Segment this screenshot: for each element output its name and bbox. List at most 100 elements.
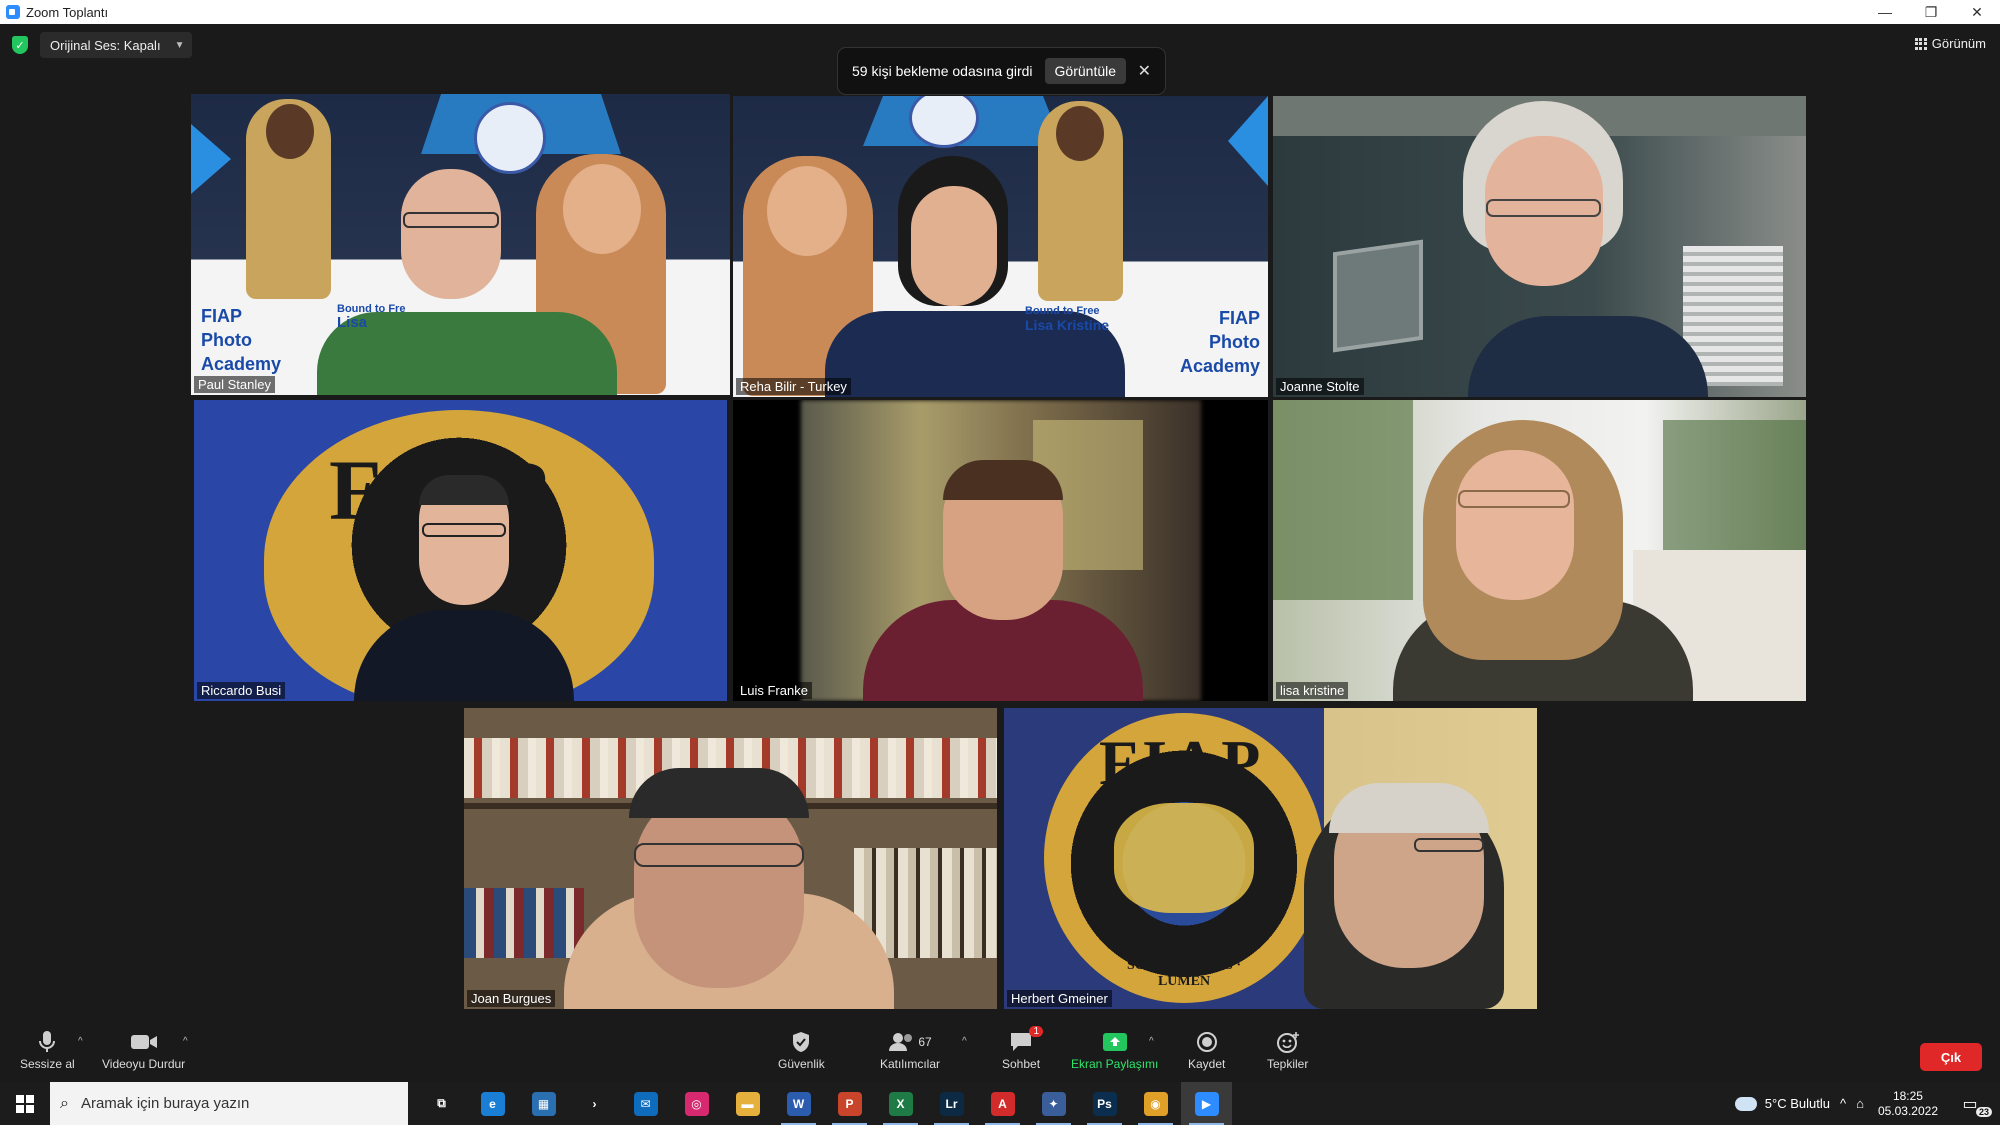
word-icon: W [786, 1091, 811, 1116]
video-tile-luis-franke[interactable]: Luis Franke [733, 400, 1268, 701]
participants-button[interactable]: 67 Katılımcılar [880, 1028, 940, 1071]
video-tile-joanne-stolte[interactable]: Joanne Stolte [1273, 96, 1806, 397]
acrobat-icon: A [990, 1091, 1015, 1116]
participant-name: Riccardo Busi [197, 682, 286, 699]
taskbar-app-store[interactable]: ▦ [518, 1082, 569, 1125]
window-titlebar: Zoom Toplantı — ❐ ✕ [0, 0, 2000, 24]
notification-center-button[interactable]: ▭ 23 [1960, 1089, 1992, 1119]
window-controls: — ❐ ✕ [1862, 0, 2000, 24]
video-options-caret[interactable]: ^ [183, 1036, 188, 1047]
taskbar-app-excel[interactable]: X [875, 1082, 926, 1125]
task-view-icon: ⧉ [429, 1091, 454, 1116]
share-options-caret[interactable]: ^ [1149, 1036, 1154, 1047]
reactions-button[interactable]: Tepkiler [1267, 1028, 1308, 1071]
record-icon [1196, 1028, 1218, 1056]
original-audio-button[interactable]: Orijinal Ses: Kapalı ▼ [40, 32, 193, 58]
windows-taskbar: ⌕ Aramak için buraya yazın ⧉ e ▦ › ✉ ◎ ▬ W P X Lr A… [0, 1082, 2000, 1125]
minimize-button[interactable]: — [1862, 0, 1908, 24]
smiley-icon [1276, 1028, 1300, 1056]
video-tile-riccardo-busi[interactable]: FIAP SC EN Riccardo Busi [194, 400, 727, 701]
taskbar-app-instagram[interactable]: ◎ [671, 1082, 722, 1125]
clock-time: 18:25 [1892, 1088, 1923, 1103]
video-tile-reha-bilir[interactable]: FIAP Photo Academy Bound to Free Lisa Kr… [733, 96, 1268, 397]
participants-icon: 67 [888, 1028, 932, 1056]
chat-badge: 1 [1029, 1026, 1044, 1037]
close-icon[interactable]: ✕ [1138, 61, 1151, 81]
record-button[interactable]: Kaydet [1188, 1028, 1225, 1071]
microphone-icon [38, 1028, 56, 1056]
taskbar-app-word[interactable]: W [773, 1082, 824, 1125]
waiting-room-text: 59 kişi bekleme odasına girdi [852, 63, 1033, 79]
taskbar-app-lightroom[interactable]: Lr [926, 1082, 977, 1125]
video-tile-joan-burgues[interactable]: Joan Burgues [464, 708, 997, 1009]
taskbar-app-task-view[interactable]: ⧉ [416, 1082, 467, 1125]
grid-icon [1914, 37, 1927, 50]
view-button[interactable]: Görünüm [1914, 36, 1986, 51]
taskbar-search-box[interactable]: ⌕ Aramak için buraya yazın [50, 1082, 408, 1125]
taskbar-app-app-bird[interactable]: ✦ [1028, 1082, 1079, 1125]
taskbar-app-mail[interactable]: ✉ [620, 1082, 671, 1125]
waiting-room-banner: 59 kişi bekleme odasına girdi Görüntüle … [838, 48, 1165, 94]
taskbar-apps: ⧉ e ▦ › ✉ ◎ ▬ W P X Lr A ✦ Ps ◉ ▶ [416, 1082, 1232, 1125]
original-audio-label: Orijinal Ses: Kapalı [50, 37, 161, 53]
audio-status: ✓ Orijinal Ses: Kapalı ▼ [12, 32, 193, 58]
taskbar-app-zoom[interactable]: ▶ [1181, 1082, 1232, 1125]
security-shield-icon [791, 1028, 811, 1056]
zoom-app-icon [6, 5, 20, 19]
encryption-shield-icon[interactable]: ✓ [12, 36, 28, 54]
cloud-icon[interactable] [1734, 1096, 1757, 1111]
taskbar-app-acrobat[interactable]: A [977, 1082, 1028, 1125]
mute-options-caret[interactable]: ^ [78, 1036, 83, 1047]
taskbar-app-edge[interactable]: e [467, 1082, 518, 1125]
taskbar-clock[interactable]: 18:25 05.03.2022 [1878, 1089, 1948, 1119]
share-screen-button[interactable]: Ekran Paylaşımı [1071, 1028, 1158, 1071]
fiap-partial-left: SC [286, 591, 343, 640]
mute-button[interactable]: Sessize al [20, 1028, 75, 1071]
video-tile-paul-stanley[interactable]: FIAP Photo Academy Bound to Fre Lisa Pau… [191, 94, 730, 395]
chat-button[interactable]: 1 Sohbet [1002, 1026, 1044, 1071]
fiap-logo-text: FIAP [1099, 727, 1265, 798]
poster-text-right: FIAP Photo Academy [1179, 308, 1260, 376]
video-camera-icon [130, 1028, 158, 1056]
fiap-motto: SCIENTIA · ARS · LUMEN [1127, 958, 1241, 989]
participants-options-caret[interactable]: ^ [962, 1036, 967, 1047]
windows-logo-icon [16, 1094, 34, 1113]
participant-name: Joan Burgues [467, 990, 556, 1007]
store-icon: ▦ [531, 1091, 556, 1116]
participants-count: 67 [918, 1035, 932, 1049]
chevron-down-icon[interactable]: ▼ [175, 40, 185, 51]
participant-name: Paul Stanley [194, 376, 275, 393]
participant-name: Reha Bilir - Turkey [736, 378, 851, 395]
weather-text[interactable]: 5°C Bulutlu [1765, 1096, 1830, 1111]
window-title: Zoom Toplantı [26, 4, 109, 20]
leave-meeting-button[interactable]: Çık [1920, 1043, 1982, 1071]
restore-button[interactable]: ❐ [1908, 0, 1954, 24]
chrome-icon: ◉ [1143, 1091, 1168, 1116]
clock-date: 05.03.2022 [1877, 1103, 1938, 1118]
taskbar-app-photoshop[interactable]: Ps [1079, 1082, 1130, 1125]
lightroom-icon: Lr [939, 1091, 964, 1116]
app-bird-icon: ✦ [1041, 1091, 1066, 1116]
video-tile-herbert-gmeiner[interactable]: SCIENTIA · ARS · LUMEN FIAP Herbert Gmei… [1004, 708, 1537, 1009]
video-tile-lisa-kristine[interactable]: lisa kristine [1273, 400, 1806, 701]
taskbar-app-arrow[interactable]: › [569, 1082, 620, 1125]
start-button[interactable] [0, 1082, 50, 1125]
view-waiting-room-button[interactable]: Görüntüle [1044, 58, 1127, 84]
network-icon[interactable]: ⌂ [1856, 1096, 1864, 1111]
view-label: Görünüm [1931, 36, 1986, 51]
share-screen-icon [1102, 1028, 1128, 1056]
taskbar-app-powerpoint[interactable]: P [824, 1082, 875, 1125]
taskbar-app-explorer[interactable]: ▬ [722, 1082, 773, 1125]
close-window-button[interactable]: ✕ [1954, 0, 2000, 24]
photoshop-icon: Ps [1092, 1091, 1117, 1116]
instagram-icon: ◎ [684, 1091, 709, 1116]
security-button[interactable]: Güvenlik [778, 1028, 825, 1071]
mail-icon: ✉ [633, 1091, 658, 1116]
stop-video-button[interactable]: Videoyu Durdur [102, 1028, 185, 1071]
system-tray: 5°C Bulutlu ^ ⌂ 18:25 05.03.2022 ▭ 23 [1734, 1082, 2000, 1125]
tray-chevron-up-icon[interactable]: ^ [1840, 1096, 1846, 1111]
arrow-icon: › [582, 1091, 607, 1116]
poster-small-left: Bound to Fre Lisa [337, 303, 406, 331]
taskbar-app-chrome[interactable]: ◉ [1130, 1082, 1181, 1125]
fiap-partial-right: EN [554, 591, 616, 640]
